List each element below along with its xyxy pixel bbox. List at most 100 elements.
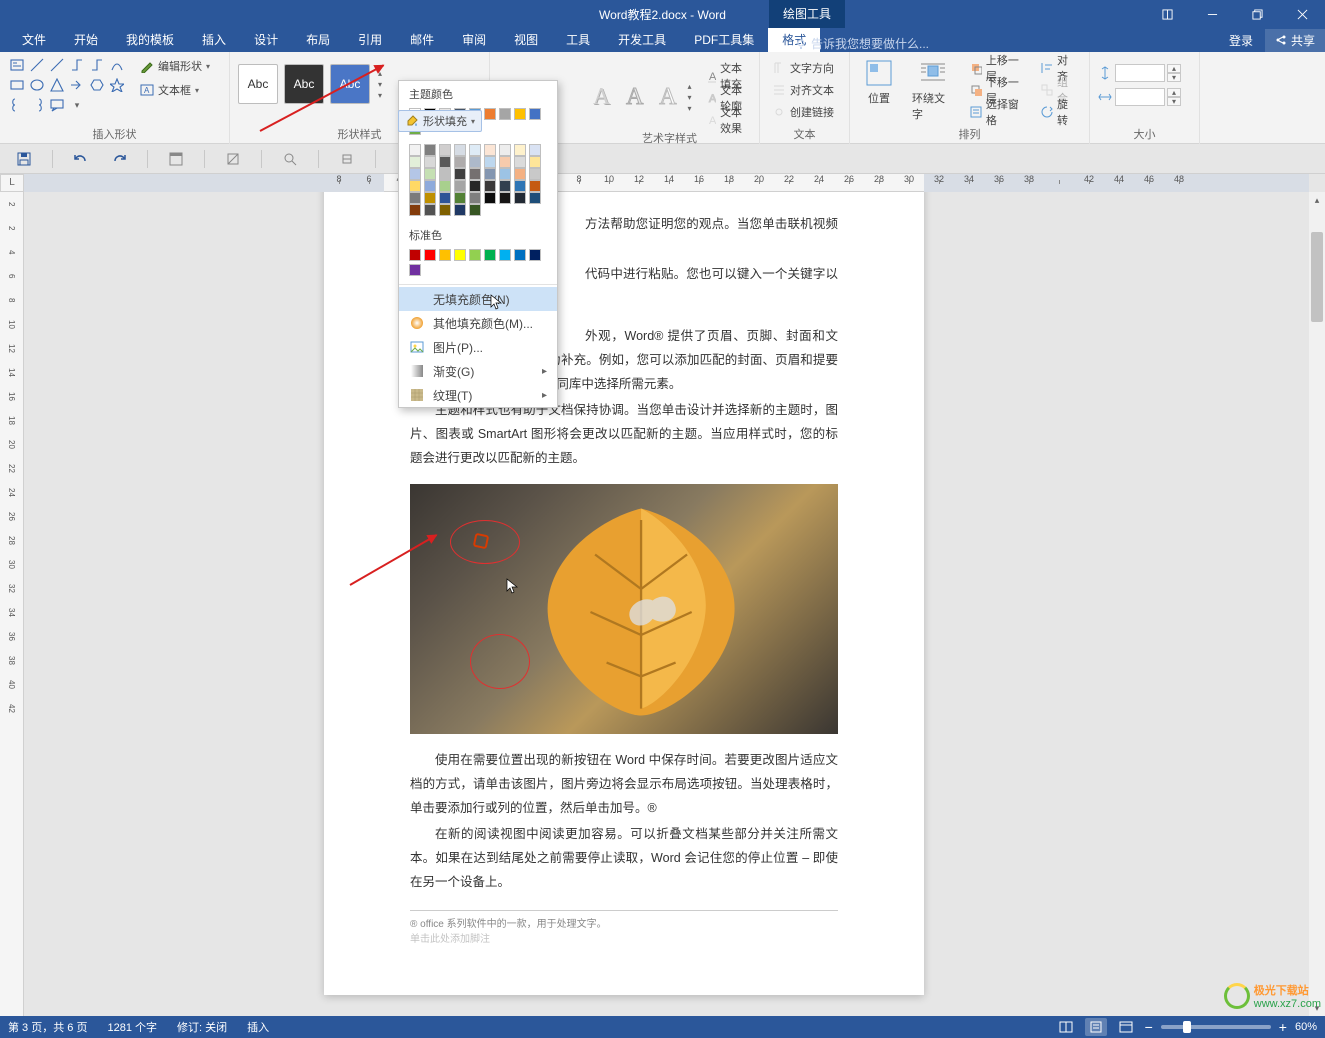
shape-textbox-icon[interactable] — [8, 56, 26, 74]
vertical-scrollbar[interactable]: ▴ ▾ — [1309, 192, 1325, 1016]
height-input[interactable] — [1115, 64, 1165, 82]
ribbon-options-icon[interactable] — [1145, 0, 1190, 28]
color-swatch[interactable] — [409, 180, 421, 192]
tab-mailings[interactable]: 邮件 — [396, 28, 448, 52]
scroll-up-button[interactable]: ▴ — [1309, 192, 1325, 208]
wa-more[interactable]: ▾ — [687, 104, 691, 113]
color-swatch[interactable] — [529, 156, 541, 168]
color-swatch[interactable] — [484, 192, 496, 204]
color-swatch[interactable] — [454, 156, 466, 168]
tab-home[interactable]: 开始 — [60, 28, 112, 52]
rotate-button[interactable]: 旋转 — [1036, 102, 1081, 122]
color-swatch[interactable] — [514, 180, 526, 192]
color-swatch[interactable] — [409, 156, 421, 168]
color-swatch[interactable] — [439, 180, 451, 192]
color-swatch[interactable] — [469, 156, 481, 168]
color-swatch[interactable] — [499, 144, 511, 156]
color-swatch[interactable] — [469, 180, 481, 192]
wordart-style-2[interactable]: A — [621, 77, 648, 117]
shape-line-icon[interactable] — [28, 56, 46, 74]
color-swatch[interactable] — [424, 168, 436, 180]
wordart-style-3[interactable]: A — [654, 77, 681, 117]
status-insert[interactable]: 插入 — [247, 1019, 269, 1035]
color-swatch[interactable] — [514, 168, 526, 180]
color-swatch[interactable] — [499, 180, 511, 192]
width-down[interactable]: ▾ — [1167, 97, 1181, 106]
color-swatch[interactable] — [439, 249, 451, 261]
shape-hexagon-icon[interactable] — [88, 76, 106, 94]
status-page[interactable]: 第 3 页，共 6 页 — [8, 1019, 87, 1035]
color-swatch[interactable] — [469, 144, 481, 156]
tab-pdf[interactable]: PDF工具集 — [680, 28, 768, 52]
color-swatch[interactable] — [454, 144, 466, 156]
tab-design[interactable]: 设计 — [240, 28, 292, 52]
undo-button[interactable] — [71, 149, 91, 169]
color-swatch[interactable] — [469, 204, 481, 216]
color-swatch[interactable] — [499, 156, 511, 168]
texture-fill-item[interactable]: 纹理(T) — [399, 383, 557, 407]
color-swatch[interactable] — [514, 249, 526, 261]
color-swatch[interactable] — [484, 156, 496, 168]
wa-scroll-up[interactable]: ▴ — [687, 82, 691, 91]
wordart-style-1[interactable]: A — [588, 77, 615, 117]
shape-oval-icon[interactable] — [28, 76, 46, 94]
shape-connector2-icon[interactable] — [88, 56, 106, 74]
color-swatch[interactable] — [424, 249, 436, 261]
color-swatch[interactable] — [409, 204, 421, 216]
shape-brace2-icon[interactable] — [28, 96, 46, 114]
tab-view[interactable]: 视图 — [500, 28, 552, 52]
edit-shape-button[interactable]: 编辑形状▾ — [136, 56, 214, 76]
more-colors-item[interactable]: 其他填充颜色(M)... — [399, 311, 557, 335]
shape-triangle-icon[interactable] — [48, 76, 66, 94]
color-swatch[interactable] — [439, 192, 451, 204]
color-swatch[interactable] — [424, 204, 436, 216]
color-swatch[interactable] — [424, 156, 436, 168]
tab-review[interactable]: 审阅 — [448, 28, 500, 52]
position-button[interactable]: 位置 — [858, 56, 900, 124]
color-swatch[interactable] — [439, 144, 451, 156]
qat-btn-1[interactable] — [166, 149, 186, 169]
shape-line2-icon[interactable] — [48, 56, 66, 74]
no-fill-item[interactable]: 无填充颜色(N) — [399, 287, 557, 311]
zoom-in-button[interactable]: + — [1279, 1019, 1287, 1035]
color-swatch[interactable] — [514, 108, 526, 120]
vertical-ruler[interactable]: 224681012141618202224262830323436384042 — [0, 192, 24, 1016]
color-swatch[interactable] — [409, 192, 421, 204]
width-up[interactable]: ▴ — [1167, 88, 1181, 97]
print-preview-button[interactable] — [280, 149, 300, 169]
zoom-slider[interactable] — [1161, 1025, 1271, 1029]
selection-pane-button[interactable]: 选择窗格 — [965, 102, 1030, 122]
height-down[interactable]: ▾ — [1167, 73, 1181, 82]
color-swatch[interactable] — [454, 168, 466, 180]
qat-btn-2[interactable] — [223, 149, 243, 169]
color-swatch[interactable] — [499, 192, 511, 204]
color-swatch[interactable] — [529, 108, 541, 120]
shape-callout-icon[interactable] — [48, 96, 66, 114]
login-link[interactable]: 登录 — [1217, 29, 1265, 52]
tab-file[interactable]: 文件 — [8, 28, 60, 52]
shape-gallery[interactable]: ▾ — [8, 56, 128, 114]
restore-button[interactable] — [1235, 0, 1280, 28]
scroll-thumb[interactable] — [1311, 232, 1323, 322]
color-swatch[interactable] — [484, 144, 496, 156]
color-swatch[interactable] — [484, 180, 496, 192]
redo-button[interactable] — [109, 149, 129, 169]
view-read-button[interactable] — [1055, 1018, 1077, 1036]
color-swatch[interactable] — [439, 168, 451, 180]
color-swatch[interactable] — [469, 192, 481, 204]
wa-scroll-down[interactable]: ▾ — [687, 93, 691, 102]
close-button[interactable] — [1280, 0, 1325, 28]
color-swatch[interactable] — [469, 249, 481, 261]
view-print-button[interactable] — [1085, 1018, 1107, 1036]
color-swatch[interactable] — [469, 168, 481, 180]
color-swatch[interactable] — [514, 192, 526, 204]
color-swatch[interactable] — [439, 156, 451, 168]
wrap-text-button[interactable]: 环绕文字 — [906, 56, 959, 124]
color-swatch[interactable] — [499, 108, 511, 120]
qat-btn-4[interactable] — [337, 149, 357, 169]
tell-me-search[interactable]: 告诉我您想要做什么... — [795, 35, 929, 52]
color-swatch[interactable] — [439, 204, 451, 216]
width-input[interactable] — [1115, 88, 1165, 106]
shape-rect-icon[interactable] — [8, 76, 26, 94]
color-swatch[interactable] — [424, 180, 436, 192]
